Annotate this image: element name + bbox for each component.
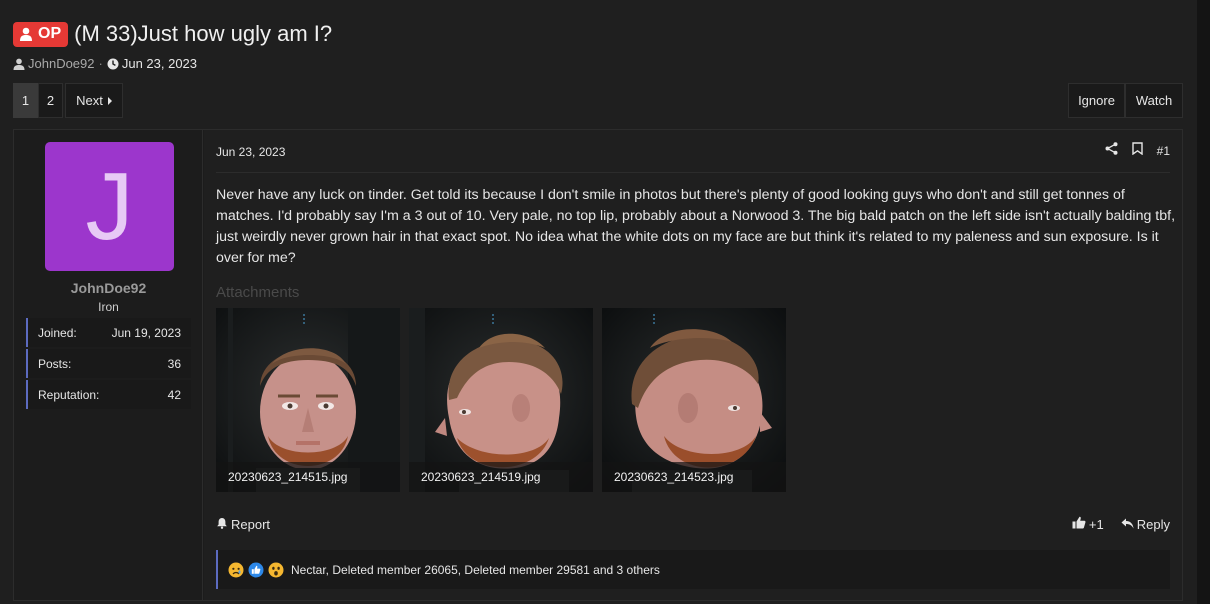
share-icon[interactable] — [1105, 142, 1118, 160]
stat-label: Posts: — [38, 356, 72, 371]
post-footer-actions: +1 Reply — [1072, 516, 1170, 532]
like-button[interactable]: +1 — [1072, 516, 1104, 532]
stat-value: 36 — [167, 356, 181, 371]
watch-button[interactable]: Watch — [1125, 83, 1183, 118]
stat-joined: Joined: Jun 19, 2023 — [26, 318, 191, 347]
user-icon — [13, 58, 25, 70]
user-stats: Joined: Jun 19, 2023 Posts: 36 Reputatio… — [26, 318, 191, 411]
post-date-link[interactable]: Jun 23, 2023 — [216, 145, 285, 159]
attachments-list: 20230623_214515.jpg 20230623_214519.jpg … — [216, 308, 786, 492]
sad-emoji-icon — [228, 562, 244, 578]
pagination: 1 2 Next — [13, 83, 123, 118]
thread-header: OP (M 33)Just how ugly am I? — [13, 20, 332, 48]
op-badge: OP — [13, 21, 69, 47]
user-icon — [19, 27, 33, 41]
divider — [216, 172, 1170, 173]
post-footer: Report +1 Reply — [216, 516, 1170, 532]
scrollbar-track[interactable] — [1197, 0, 1210, 604]
op-badge-label: OP — [38, 25, 62, 42]
reactions-bar[interactable]: Nectar, Deleted member 26065, Deleted me… — [216, 550, 1170, 589]
attachment-filename: 20230623_214519.jpg — [409, 462, 593, 492]
post-number-link[interactable]: #1 — [1157, 144, 1170, 158]
reply-button[interactable]: Reply — [1121, 516, 1170, 532]
reactions-list-link[interactable]: Nectar, Deleted member 26065, Deleted me… — [291, 563, 660, 577]
like-label: +1 — [1088, 516, 1104, 532]
post-content-cell: Jun 23, 2023 #1 Never have any luck on t… — [204, 130, 1182, 600]
reply-label: Reply — [1136, 516, 1170, 532]
ignore-button[interactable]: Ignore — [1068, 83, 1125, 118]
post-tools: #1 — [1105, 142, 1170, 160]
attachments-heading: Attachments — [216, 284, 300, 301]
stat-label: Reputation: — [38, 387, 100, 402]
username-link[interactable]: JohnDoe92 — [14, 280, 203, 296]
attachment-filename: 20230623_214515.jpg — [216, 462, 400, 492]
avatar[interactable]: J — [45, 142, 174, 271]
stat-posts: Posts: 36 — [26, 349, 191, 378]
bookmark-icon[interactable] — [1131, 142, 1143, 160]
meta-separator: · — [98, 56, 103, 71]
post-body: Never have any luck on tinder. Get told … — [216, 187, 1176, 266]
next-label: Next — [76, 93, 103, 108]
thread-author-link[interactable]: JohnDoe92 — [28, 56, 95, 71]
post-user-cell: J JohnDoe92 Iron Joined: Jun 19, 2023 Po… — [14, 130, 203, 600]
wow-emoji-icon — [268, 562, 284, 578]
report-button[interactable]: Report — [216, 517, 270, 532]
report-label: Report — [231, 516, 271, 532]
clock-icon — [107, 58, 119, 70]
thread-meta: JohnDoe92 · Jun 23, 2023 — [13, 56, 197, 71]
like-emoji-icon — [248, 562, 264, 578]
stat-label: Joined: — [38, 325, 77, 340]
attachment-thumbnail[interactable]: 20230623_214523.jpg — [602, 308, 786, 492]
next-page-button[interactable]: Next — [65, 83, 123, 118]
post: J JohnDoe92 Iron Joined: Jun 19, 2023 Po… — [13, 129, 1183, 601]
thumbs-up-icon — [1072, 516, 1086, 532]
attachment-thumbnail[interactable]: 20230623_214515.jpg — [216, 308, 400, 492]
page-2-button[interactable]: 2 — [38, 83, 63, 118]
attachment-thumbnail[interactable]: 20230623_214519.jpg — [409, 308, 593, 492]
stat-value: 42 — [167, 387, 181, 402]
page-1-button[interactable]: 1 — [13, 83, 38, 118]
reply-icon — [1121, 517, 1134, 532]
caret-right-icon — [107, 96, 112, 105]
attachment-filename: 20230623_214523.jpg — [602, 462, 786, 492]
thread-title: (M 33)Just how ugly am I? — [74, 21, 333, 46]
thread-date-link[interactable]: Jun 23, 2023 — [122, 56, 197, 71]
stat-value: Jun 19, 2023 — [111, 325, 181, 340]
user-rank: Iron — [98, 300, 119, 314]
thread-actions: Ignore Watch — [1068, 83, 1183, 118]
bell-icon — [216, 517, 228, 532]
stat-reputation: Reputation: 42 — [26, 380, 191, 409]
